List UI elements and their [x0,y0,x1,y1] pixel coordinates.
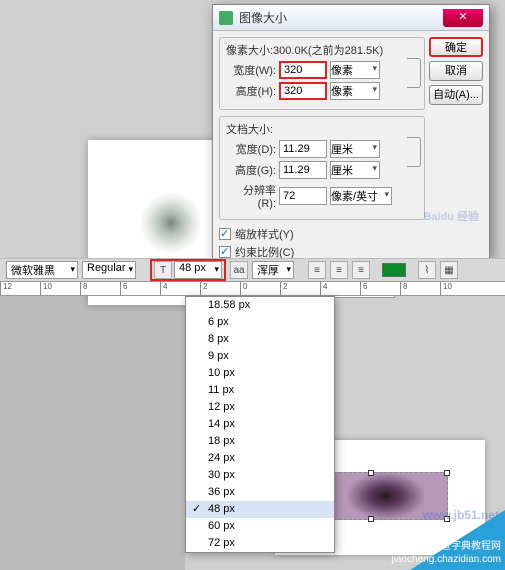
font-size-dropdown: 18.58 px6 px8 px9 px10 px11 px12 px14 px… [185,296,335,553]
size-option[interactable]: 10 px [186,365,334,382]
dialog-titlebar[interactable]: 图像大小 ✕ [213,5,489,31]
align-right-icon[interactable]: ≡ [352,261,370,279]
transform-handle[interactable] [368,516,374,522]
size-option[interactable]: 30 px [186,467,334,484]
doc-width-label: 宽度(D): [226,141,276,157]
eye-graphic [141,193,201,253]
resolution-input[interactable] [279,187,327,205]
pixel-height-input[interactable] [279,82,327,100]
font-size-select[interactable]: 48 px [174,261,222,279]
height-label: 高度(H): [226,83,276,99]
width-label: 宽度(W): [226,62,276,78]
auto-button[interactable]: 自动(A)... [429,85,483,105]
warp-text-icon[interactable]: ⌇ [418,261,436,279]
antialias-select[interactable]: 浑厚 [252,261,294,279]
size-option[interactable]: 72 px [186,535,334,552]
size-option[interactable]: 60 px [186,518,334,535]
checkbox-icon [219,228,231,240]
align-center-icon[interactable]: ≡ [330,261,348,279]
text-options-toolbar: 微软雅黑 Regular T 48 px aa 浑厚 ≡ ≡ ≡ ⌇ ▦ [0,258,505,282]
transform-handle[interactable] [368,470,374,476]
close-button[interactable]: ✕ [443,9,483,27]
scale-styles-checkbox[interactable]: 缩放样式(Y) [219,226,425,242]
doc-height-unit[interactable]: 厘米 [330,161,380,179]
antialias-icon: aa [230,261,248,279]
size-option[interactable]: 36 px [186,484,334,501]
baidu-watermark: Baidu 经验 [423,208,479,224]
horizontal-ruler: 12108642024681012 [0,282,505,296]
doc-height-label: 高度(G): [226,162,276,178]
size-option[interactable]: 11 px [186,382,334,399]
app-icon [219,11,233,25]
doc-width-unit[interactable]: 厘米 [330,140,380,158]
font-family-select[interactable]: 微软雅黑 [6,261,78,279]
size-option[interactable]: 48 px [186,501,334,518]
dialog-title: 图像大小 [239,9,443,26]
doc-height-input[interactable] [279,161,327,179]
ok-button[interactable]: 确定 [429,37,483,57]
font-style-select[interactable]: Regular [82,261,136,279]
pixel-width-input[interactable] [279,61,327,79]
link-icon[interactable] [407,58,421,88]
size-option[interactable]: 18.58 px [186,297,334,314]
pixel-dimensions-group: 像素大小:300.0K(之前为281.5K) 宽度(W): 像素 高度(H): … [219,37,425,110]
corner-text: 查字典教程网 jiaocheng.chazidian.com [391,540,501,566]
checkbox-icon [219,246,231,258]
pixel-size-label: 像素大小:300.0K(之前为281.5K) [226,42,418,58]
document-size-group: 文档大小: 宽度(D): 厘米 高度(G): 厘米 分辨率(R): 像素/英寸 [219,116,425,220]
link-icon[interactable] [407,137,421,167]
align-left-icon[interactable]: ≡ [308,261,326,279]
panel-toggle-icon[interactable]: ▦ [440,261,458,279]
transform-handle[interactable] [444,470,450,476]
size-option[interactable]: 14 px [186,416,334,433]
size-option[interactable]: 12 px [186,399,334,416]
resolution-label: 分辨率(R): [226,182,276,210]
pixel-height-unit[interactable]: 像素 [330,82,380,100]
image-size-dialog: 图像大小 ✕ 像素大小:300.0K(之前为281.5K) 宽度(W): 像素 … [212,4,490,259]
text-color-swatch[interactable] [382,263,406,277]
cancel-button[interactable]: 取消 [429,61,483,81]
doc-size-label: 文档大小: [226,121,418,137]
size-option[interactable]: 24 px [186,450,334,467]
size-option[interactable]: 8 px [186,331,334,348]
pixel-width-unit[interactable]: 像素 [330,61,380,79]
doc-width-input[interactable] [279,140,327,158]
font-size-icon: T [154,261,172,279]
size-option[interactable]: 9 px [186,348,334,365]
resolution-unit[interactable]: 像素/英寸 [330,187,392,205]
size-option[interactable]: 6 px [186,314,334,331]
size-option[interactable]: 18 px [186,433,334,450]
